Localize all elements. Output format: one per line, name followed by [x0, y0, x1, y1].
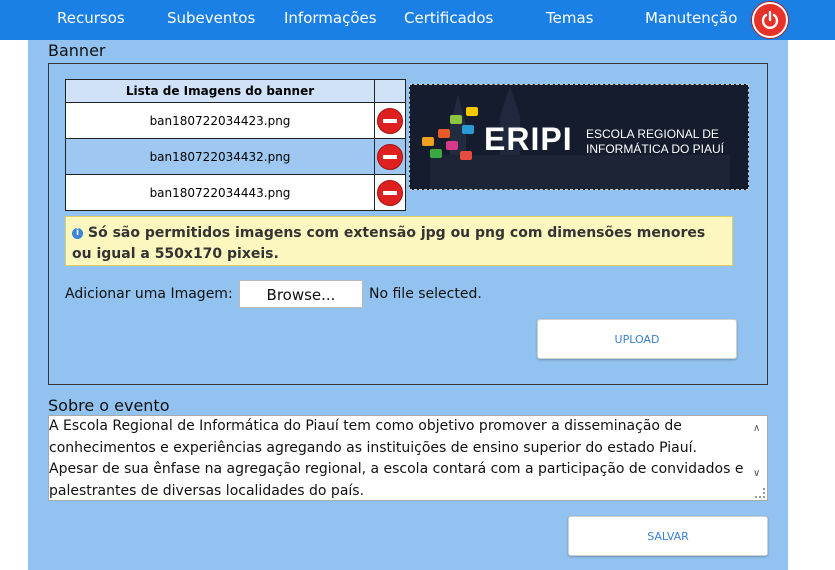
image-filename: ban180722034432.png — [65, 138, 375, 175]
delete-image-button[interactable] — [374, 102, 406, 139]
banner-section-title: Banner — [48, 41, 106, 60]
table-header-actions — [374, 79, 406, 103]
table-row: ban180722034432.png — [65, 138, 406, 175]
nav-item-recursos[interactable]: Recursos — [57, 9, 125, 27]
upload-button[interactable]: UPLOAD — [537, 319, 737, 359]
nav-item-manutencao[interactable]: Manutenção — [645, 9, 737, 27]
banner-subtitle-line2: INFORMÁTICA DO PIAUÍ — [586, 142, 725, 156]
file-status: No file selected. — [369, 286, 482, 302]
banner-subtitle-line1: ESCOLA REGIONAL DE — [586, 127, 719, 141]
delete-icon[interactable] — [377, 179, 403, 206]
info-icon: i — [72, 228, 83, 239]
delete-image-button[interactable] — [374, 174, 406, 211]
power-icon — [761, 10, 779, 29]
top-navigation: Recursos Subeventos Informações Certific… — [0, 0, 835, 40]
about-textarea[interactable]: A Escola Regional de Informática do Piau… — [48, 415, 768, 501]
image-filename: ban180722034423.png — [65, 102, 375, 139]
delete-image-button[interactable] — [374, 138, 406, 175]
banner-box: Lista de Imagens do banner ban1807220344… — [48, 63, 768, 385]
file-requirements-alert: i Só são permitidos imagens com extensão … — [65, 216, 733, 266]
banner-image-table: Lista de Imagens do banner ban1807220344… — [65, 79, 406, 211]
save-button[interactable]: SALVAR — [568, 516, 768, 556]
delete-icon[interactable] — [377, 143, 403, 170]
table-header: Lista de Imagens do banner — [65, 79, 375, 103]
scroll-up-icon[interactable]: ∧ — [753, 418, 760, 440]
browse-button[interactable]: Browse... — [239, 280, 363, 308]
table-row: ban180722034423.png — [65, 102, 406, 139]
banner-logo-subtitle: ESCOLA REGIONAL DE INFORMÁTICA DO PIAUÍ — [586, 127, 724, 157]
nav-item-informacoes[interactable]: Informações — [284, 9, 377, 27]
edit-panel: Banner Lista de Imagens do banner ban180… — [28, 40, 788, 570]
about-text: A Escola Regional de Informática do Piau… — [49, 418, 744, 499]
banner-logo-text: ERIPI — [484, 121, 573, 157]
add-image-label: Adicionar uma Imagem: — [65, 286, 233, 302]
image-filename: ban180722034443.png — [65, 174, 375, 211]
delete-icon[interactable] — [377, 107, 403, 134]
scroll-down-icon[interactable]: ∨ — [753, 463, 760, 485]
alert-text: Só são permitidos imagens com extensão j… — [72, 225, 706, 262]
banner-preview-image: ERIPI ESCOLA REGIONAL DE INFORMÁTICA DO … — [409, 84, 749, 190]
nav-item-temas[interactable]: Temas — [546, 9, 593, 27]
resize-grip-icon[interactable] — [755, 488, 765, 498]
nav-item-certificados[interactable]: Certificados — [404, 9, 493, 27]
table-row: ban180722034443.png — [65, 174, 406, 211]
nav-item-subeventos[interactable]: Subeventos — [167, 9, 255, 27]
logout-button[interactable] — [752, 2, 788, 38]
about-section-title: Sobre o evento — [48, 396, 170, 415]
